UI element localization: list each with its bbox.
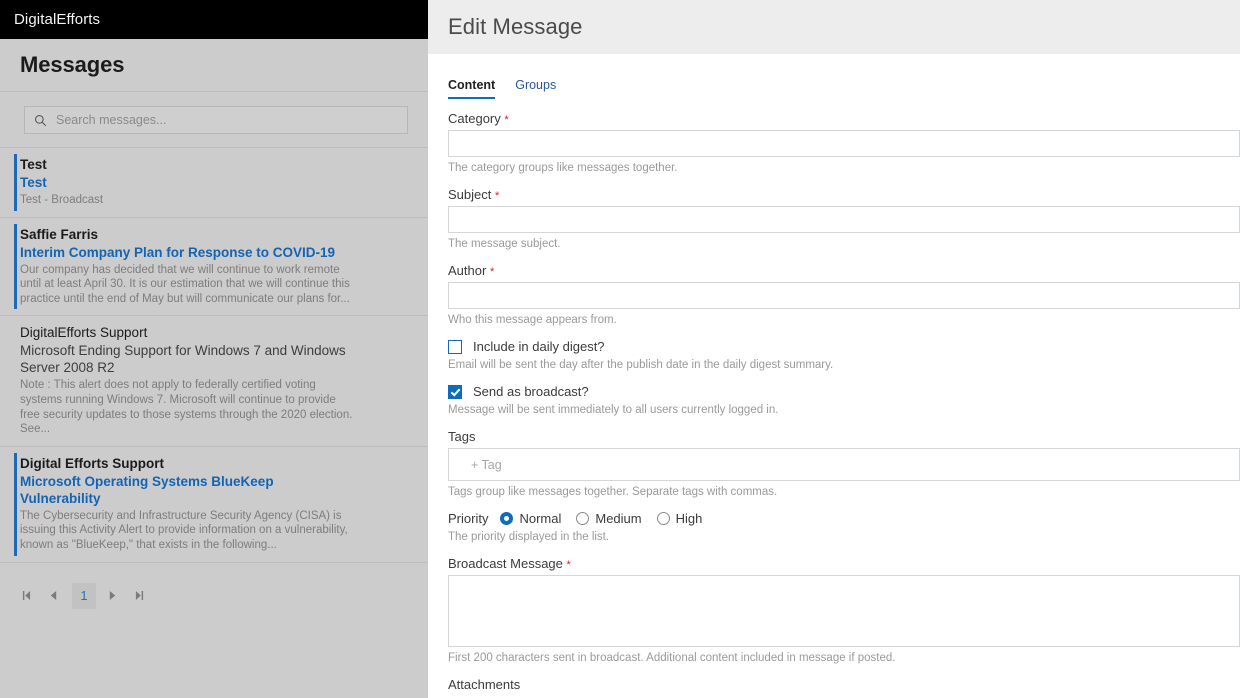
- broadcast-message-hint: First 200 characters sent in broadcast. …: [448, 652, 896, 664]
- message-author: Saffie Farris: [20, 226, 99, 242]
- field-subject: Subject * The message subject.: [448, 187, 1240, 250]
- edit-message-title: Edit Message: [448, 14, 583, 39]
- author-label-text: Author: [448, 263, 487, 278]
- author-label: Author *: [448, 263, 1240, 278]
- field-send-broadcast: Send as broadcast?: [448, 384, 1240, 399]
- message-preview: Note : This alert does not apply to fede…: [20, 379, 353, 436]
- brand-title: DigitalEfforts: [14, 11, 101, 28]
- subject-input[interactable]: [448, 206, 1240, 233]
- subject-label-text: Subject: [448, 187, 492, 202]
- broadcast-message-label-text: Broadcast Message: [448, 556, 563, 571]
- priority-radio-high[interactable]: [656, 512, 670, 525]
- edit-message-header: Edit Message: [428, 0, 1240, 54]
- field-daily-digest: Include in daily digest?: [448, 339, 1240, 354]
- author-hint: Who this message appears from.: [448, 314, 617, 326]
- required-marker: *: [489, 266, 495, 278]
- required-marker: *: [504, 114, 509, 126]
- category-label-text: Category: [448, 111, 501, 126]
- broadcast-message-label: Broadcast Message *: [448, 556, 1240, 571]
- send-broadcast-checkbox[interactable]: [448, 384, 462, 399]
- author-input[interactable]: [448, 282, 1240, 309]
- previous-page-icon[interactable]: [41, 584, 65, 608]
- message-subject[interactable]: Interim Company Plan for Response to COV…: [20, 244, 354, 261]
- tags-label: Tags: [448, 429, 476, 444]
- list-item[interactable]: Digital Efforts Support Microsoft Operat…: [0, 447, 428, 563]
- brand-bar: DigitalEfforts: [0, 0, 428, 39]
- priority-option-medium[interactable]: Medium: [576, 511, 642, 526]
- field-priority: Priority Normal Medium High: [448, 511, 1240, 526]
- field-broadcast-message: Broadcast Message * First 200 characters…: [448, 556, 1240, 664]
- first-page-icon[interactable]: [14, 584, 38, 608]
- message-author: Test: [20, 157, 47, 172]
- message-subject[interactable]: Microsoft Operating Systems BlueKeep Vul…: [20, 473, 354, 507]
- pagination-page-1[interactable]: 1: [72, 582, 96, 609]
- daily-digest-checkbox[interactable]: [448, 339, 462, 354]
- form-tabs: Content Groups: [448, 78, 1240, 99]
- list-item[interactable]: DigitalEfforts Support Microsoft Ending …: [0, 316, 428, 447]
- app-root: DigitalEfforts Messages Test Test Test -: [0, 0, 1240, 698]
- priority-option-high[interactable]: High: [656, 511, 703, 526]
- edit-message-panel: Edit Message Content Groups Category * T…: [428, 0, 1240, 698]
- tab-content[interactable]: Content: [448, 78, 496, 99]
- next-page-icon[interactable]: [100, 584, 124, 608]
- message-list: Test Test Test - Broadcast Saffie Farris…: [0, 147, 428, 563]
- field-tags: Tags + Tag Tags group like messages toge…: [448, 429, 1240, 498]
- messages-sidebar: DigitalEfforts Messages Test Test Test -: [0, 0, 428, 698]
- daily-digest-hint: Email will be sent the day after the pub…: [448, 359, 834, 371]
- priority-option-normal[interactable]: Normal: [500, 511, 561, 526]
- required-marker: *: [495, 190, 500, 202]
- message-subject[interactable]: Test: [20, 174, 354, 191]
- message-preview: Test - Broadcast: [20, 194, 104, 206]
- priority-label: Priority: [448, 511, 489, 526]
- message-subject[interactable]: Microsoft Ending Support for Windows 7 a…: [20, 342, 354, 376]
- list-item[interactable]: Test Test Test - Broadcast: [0, 148, 428, 218]
- message-author: Digital Efforts Support: [20, 455, 164, 471]
- attachments-label: Attachments: [448, 677, 521, 692]
- priority-hint: The priority displayed in the list.: [448, 531, 610, 543]
- priority-radio-high-label: High: [675, 511, 703, 526]
- priority-radio-medium[interactable]: [576, 512, 590, 525]
- priority-radio-normal[interactable]: [500, 512, 514, 525]
- edit-message-form: Content Groups Category * The category g…: [428, 54, 1240, 692]
- page-title: Messages: [20, 52, 125, 77]
- list-item[interactable]: Saffie Farris Interim Company Plan for R…: [0, 218, 428, 317]
- last-page-icon[interactable]: [127, 584, 151, 608]
- category-input[interactable]: [448, 130, 1240, 157]
- subject-label: Subject *: [448, 187, 1240, 202]
- send-broadcast-label[interactable]: Send as broadcast?: [473, 384, 589, 399]
- message-author: DigitalEfforts Support: [20, 325, 148, 341]
- search-box[interactable]: [24, 106, 408, 134]
- priority-radio-medium-label: Medium: [595, 511, 642, 526]
- message-preview: Our company has decided that we will con…: [20, 263, 350, 305]
- search-input[interactable]: [56, 113, 398, 127]
- search-icon: [34, 114, 47, 127]
- sidebar-title-bar: Messages: [0, 39, 428, 92]
- required-marker: *: [566, 559, 571, 571]
- tags-placeholder: + Tag: [471, 457, 502, 472]
- daily-digest-label[interactable]: Include in daily digest?: [473, 339, 605, 354]
- send-broadcast-hint: Message will be sent immediately to all …: [448, 404, 779, 416]
- search-row: [0, 92, 428, 147]
- tags-input[interactable]: + Tag: [448, 448, 1240, 481]
- message-preview: The Cybersecurity and Infrastructure Sec…: [20, 509, 348, 551]
- subject-hint: The message subject.: [448, 238, 561, 250]
- field-author: Author * Who this message appears from.: [448, 263, 1240, 326]
- broadcast-message-textarea[interactable]: [448, 575, 1240, 647]
- field-category: Category * The category groups like mess…: [448, 111, 1240, 174]
- pagination: 1: [0, 563, 428, 609]
- category-hint: The category groups like messages togeth…: [448, 162, 678, 174]
- category-label: Category *: [448, 111, 1240, 126]
- tags-hint: Tags group like messages together. Separ…: [448, 486, 778, 498]
- tab-groups[interactable]: Groups: [515, 78, 556, 99]
- priority-radio-normal-label: Normal: [519, 511, 562, 526]
